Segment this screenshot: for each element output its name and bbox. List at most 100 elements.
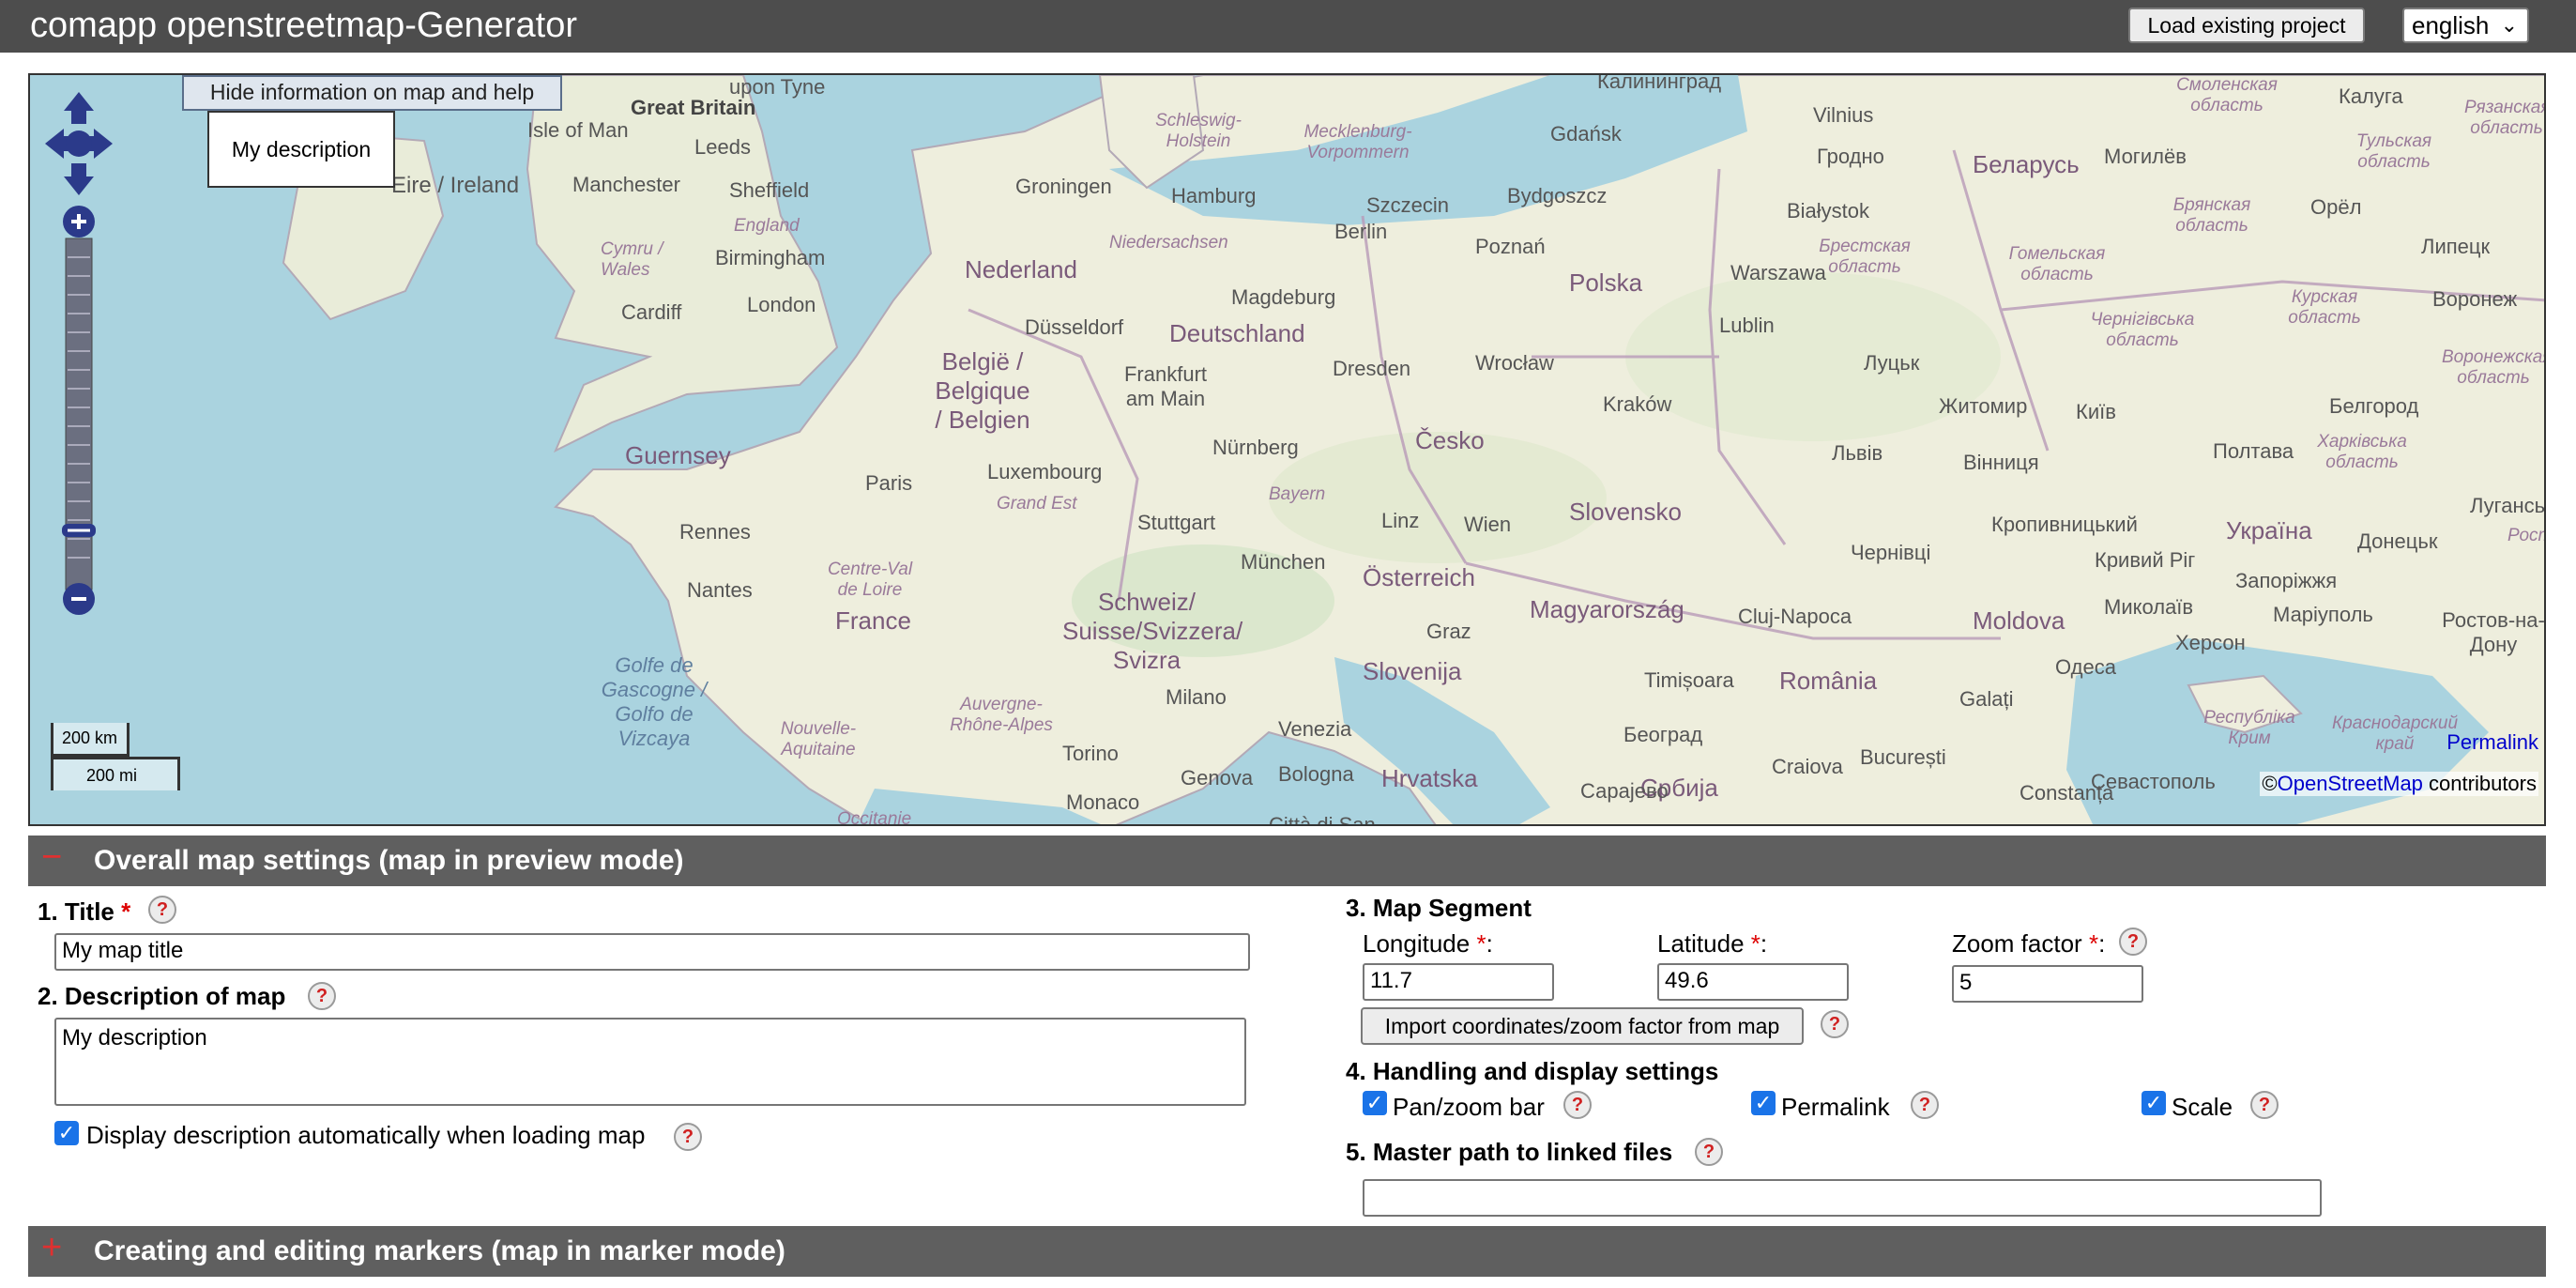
zoom-factor-input[interactable]: 5: [1952, 965, 2143, 1003]
map-attribution: ©OpenStreetMap contributors: [2260, 772, 2538, 796]
master-path-label: 5. Master path to linked files: [1346, 1138, 1673, 1166]
help-icon[interactable]: ?: [1911, 1091, 1939, 1119]
map-label: Nantes: [687, 578, 753, 602]
map-label: Cymru / Wales: [601, 239, 663, 280]
map-label: upon Tyne: [729, 75, 826, 99]
map-label: Poznań: [1475, 235, 1546, 258]
expand-icon[interactable]: +: [41, 1228, 62, 1268]
map-label: Dresden: [1333, 357, 1411, 380]
section-markers[interactable]: + Creating and editing markers (map in m…: [28, 1226, 2546, 1277]
display-description-label: Display description automatically when l…: [86, 1121, 646, 1149]
map-label: Cardiff: [621, 300, 682, 324]
latitude-input[interactable]: 49.6: [1657, 963, 1849, 1001]
section-title: Overall map settings (map in preview mod…: [94, 845, 684, 876]
map-label: Slovenija: [1363, 657, 1462, 685]
map-label: Україна: [2226, 516, 2312, 544]
map-label: Липецк: [2421, 235, 2491, 258]
hide-info-button[interactable]: Hide information on map and help: [182, 75, 562, 111]
map-label: Wrocław: [1475, 351, 1554, 375]
map-label: Craiova: [1772, 755, 1843, 778]
map-label: Paris: [865, 471, 913, 495]
display-description-checkbox[interactable]: ✓: [54, 1121, 79, 1145]
longitude-input[interactable]: 11.7: [1363, 963, 1554, 1001]
master-path-input[interactable]: [1363, 1179, 2322, 1217]
help-icon[interactable]: ?: [1695, 1138, 1723, 1166]
map-label: Österreich: [1363, 563, 1475, 591]
map-view[interactable]: Great Britain Isle of Man Eire / Ireland…: [28, 73, 2546, 826]
map-label: Луганськ: [2470, 494, 2546, 517]
map-label: Polska: [1569, 268, 1643, 297]
map-label: Timișoara: [1644, 668, 1734, 692]
section-overall-settings[interactable]: − Overall map settings (map in preview m…: [28, 836, 2546, 886]
scale-label: Scale: [2172, 1093, 2233, 1121]
map-label: Житомир: [1939, 394, 2028, 418]
map-label: Schweiz/ Suisse/Svizzera/ Svizra: [1062, 588, 1243, 674]
map-label: Чернігівська область: [2090, 310, 2195, 350]
attribution-suffix: contributors: [2429, 772, 2537, 795]
map-label: Torino: [1062, 742, 1119, 765]
help-icon[interactable]: ?: [2119, 928, 2147, 956]
help-icon[interactable]: ?: [1821, 1010, 1849, 1038]
map-label: Bayern: [1269, 484, 1326, 504]
permalink-checkbox[interactable]: ✓: [1751, 1091, 1776, 1115]
map-label: Херсон: [2175, 631, 2246, 654]
load-project-button[interactable]: Load existing project: [2128, 8, 2365, 43]
map-label: Калуга: [2339, 84, 2403, 108]
map-label: Чернівці: [1851, 541, 1931, 564]
help-icon[interactable]: ?: [1563, 1091, 1592, 1119]
map-label: Luxembourg: [987, 460, 1103, 483]
help-icon[interactable]: ?: [148, 896, 176, 924]
permalink-label: Permalink: [1781, 1093, 1890, 1121]
map-label: Гомельская область: [2008, 244, 2106, 284]
map-label: Monaco: [1066, 790, 1140, 814]
map-label: Linz: [1381, 509, 1420, 532]
map-label: Београд: [1623, 723, 1703, 746]
map-label: Vilnius: [1813, 103, 1874, 127]
help-icon[interactable]: ?: [2250, 1091, 2279, 1119]
help-icon[interactable]: ?: [674, 1123, 702, 1151]
pan-zoom-checkbox[interactable]: ✓: [1363, 1091, 1387, 1115]
map-label: Кривий Ріг: [2095, 548, 2196, 572]
map-label: Birmingham: [715, 246, 826, 269]
top-bar: comapp openstreetmap-Generator Load exis…: [0, 0, 2576, 53]
map-label: Смоленская область: [2176, 75, 2278, 115]
map-label: Миколаїв: [2104, 595, 2194, 619]
description-textarea[interactable]: My description: [54, 1018, 1246, 1106]
map-label: Leeds: [694, 135, 751, 159]
map-label: Орёл: [2310, 195, 2362, 219]
map-label: Луцьк: [1864, 351, 1920, 375]
zoom-bar[interactable]: [62, 205, 96, 629]
map-label: Szczecin: [1366, 193, 1450, 217]
map-label: Курская область: [2288, 287, 2361, 328]
map-label: Воронежская область: [2442, 347, 2546, 388]
collapse-icon[interactable]: −: [41, 837, 62, 878]
map-label: Magdeburg: [1231, 285, 1336, 309]
language-value: english: [2412, 11, 2490, 39]
map-label: Вінниця: [1963, 451, 2039, 474]
pan-zoom-label: Pan/zoom bar: [1393, 1093, 1545, 1121]
map-label: Warszawa: [1730, 261, 1826, 284]
map-label: Bydgoszcz: [1507, 184, 1608, 207]
map-label: Київ: [2076, 400, 2116, 423]
import-coordinates-button[interactable]: Import coordinates/zoom factor from map: [1361, 1007, 1804, 1045]
map-label: Nürnberg: [1212, 436, 1299, 459]
osm-link[interactable]: OpenStreetMap: [2278, 772, 2423, 795]
map-label: Groningen: [1015, 175, 1112, 198]
map-label: Venezia: [1278, 717, 1352, 741]
map-label: Graz: [1426, 620, 1471, 643]
map-segment-label: 3. Map Segment: [1346, 894, 1532, 922]
map-label: Rennes: [679, 520, 751, 544]
language-select[interactable]: english ⌄: [2402, 8, 2529, 43]
permalink-link[interactable]: Permalink: [2446, 730, 2538, 755]
help-icon[interactable]: ?: [308, 982, 336, 1010]
map-label: Полтава: [2213, 439, 2294, 463]
scale-km-label: 200 km: [62, 728, 118, 747]
map-label: Guernsey: [625, 441, 731, 469]
title-input[interactable]: My map title: [54, 933, 1250, 971]
map-label: Isle of Man: [527, 118, 629, 142]
pan-control[interactable]: [45, 92, 113, 195]
handling-settings-label: 4. Handling and display settings: [1346, 1057, 1719, 1085]
map-label: Mecklenburg-Vorpommern: [1303, 122, 1412, 162]
app-title: comapp openstreetmap-Generator: [30, 6, 577, 45]
scale-checkbox[interactable]: ✓: [2142, 1091, 2166, 1115]
